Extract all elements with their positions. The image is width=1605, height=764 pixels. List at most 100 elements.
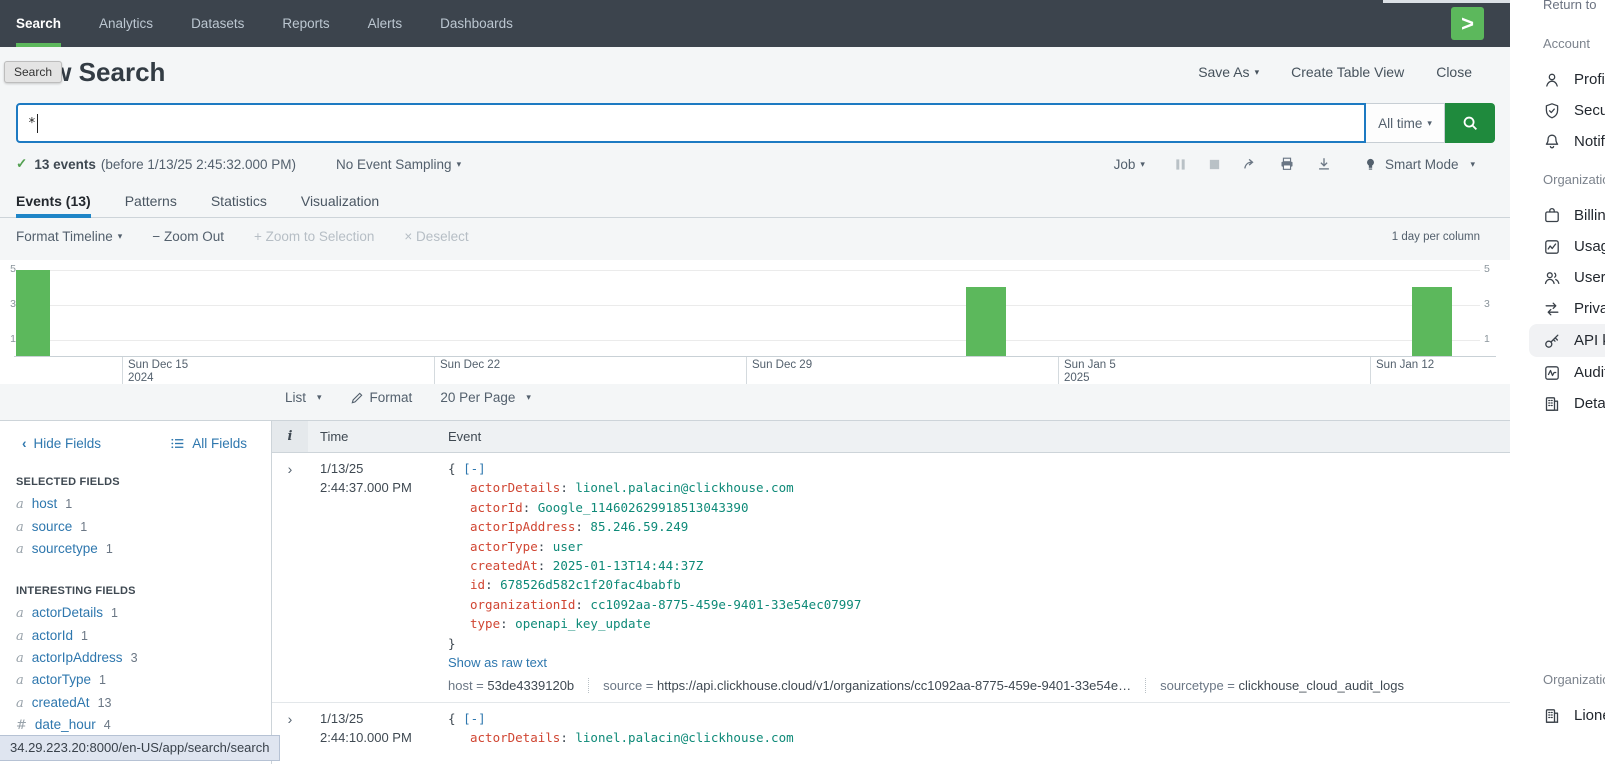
tab-visualization[interactable]: Visualization [301, 185, 379, 217]
meta-field-source[interactable]: source = https://api.clickhouse.cloud/v1… [588, 678, 1145, 693]
events-table: i Time Event 1/13/252:44:37.000 PM{ [-]a… [272, 420, 1510, 764]
meta-field-sourcetype[interactable]: sourcetype = clickhouse_cloud_audit_logs [1145, 678, 1418, 693]
nav-item-search[interactable]: Search [16, 0, 61, 47]
settings-item-usage[interactable]: Usage [1543, 231, 1605, 262]
field-type-prefix: a [16, 673, 24, 688]
field-row-actorId[interactable]: aactorId1 [0, 625, 271, 647]
field-type-prefix: a [16, 696, 24, 711]
meta-field-host[interactable]: host = 53de4339120b [448, 678, 588, 693]
deselect-control: × Deselect [404, 229, 468, 244]
y-axis-label-left: 3 [2, 298, 16, 310]
settings-item-private-endpoints[interactable]: Private endpoints [1543, 293, 1605, 324]
settings-item-api-keys[interactable]: API keys [1529, 324, 1605, 357]
settings-item-users[interactable]: Users [1543, 262, 1605, 293]
settings-item-notifications[interactable]: Notifications [1543, 126, 1605, 157]
time-range-picker[interactable]: All time [1366, 103, 1445, 143]
event-body: { [-]actorDetails: lionel.palacin@clickh… [436, 459, 1510, 693]
event-sampling-dropdown[interactable]: No Event Sampling [336, 157, 461, 172]
settings-item-details[interactable]: Details [1543, 388, 1605, 419]
timeline-bar[interactable] [966, 287, 1006, 356]
json-field-line: id: 678526d582c1f20fac4babfb [448, 575, 1510, 594]
settings-item-lionel[interactable]: Lionel [1543, 700, 1605, 731]
field-type-prefix: a [16, 629, 24, 644]
settings-item-security[interactable]: Security [1543, 95, 1605, 126]
all-fields-link[interactable]: All Fields [170, 436, 247, 451]
audit-icon [1543, 364, 1561, 382]
field-row-actorIpAddress[interactable]: aactorIpAddress3 [0, 647, 271, 669]
tab-patterns[interactable]: Patterns [125, 185, 177, 217]
event-time: 1/13/252:44:10.000 PM [308, 709, 436, 748]
search-input[interactable]: * [16, 103, 1366, 143]
create-table-view-button[interactable]: Create Table View [1291, 64, 1404, 80]
field-row-sourcetype[interactable]: asourcetype1 [0, 538, 271, 560]
usage-icon [1543, 238, 1561, 256]
field-distinct-count: 1 [65, 497, 72, 511]
search-query-text: * [28, 116, 36, 131]
nav-item-analytics[interactable]: Analytics [99, 0, 153, 47]
settings-item-billing[interactable]: Billing [1543, 200, 1605, 231]
field-row-date_hour[interactable]: #date_hour4 [0, 714, 271, 736]
field-row-createdAt[interactable]: acreatedAt13 [0, 692, 271, 714]
search-button[interactable] [1445, 103, 1495, 143]
tab-events-13-[interactable]: Events (13) [16, 185, 91, 217]
field-distinct-count: 1 [111, 606, 118, 620]
json-collapse-toggle[interactable]: [-] [463, 461, 486, 476]
nav-item-datasets[interactable]: Datasets [191, 0, 244, 47]
pause-icon[interactable] [1174, 158, 1187, 171]
settings-item-label: API keys [1574, 332, 1605, 349]
search-mode-dropdown[interactable]: Smart Mode [1363, 157, 1475, 172]
zoom-out-control[interactable]: − Zoom Out [152, 229, 224, 244]
field-row-actorDetails[interactable]: aactorDetails1 [0, 602, 271, 624]
settings-item-profile[interactable]: Profile [1543, 64, 1605, 95]
nav-item-label: Reports [282, 16, 329, 31]
shield-check-icon [1543, 102, 1561, 120]
format-timeline-control[interactable]: Format Timeline [16, 229, 122, 244]
settings-item-label: Billing [1574, 207, 1605, 224]
share-icon[interactable] [1242, 156, 1258, 172]
json-colon: : [538, 539, 553, 554]
timeline-bar[interactable] [16, 270, 50, 357]
close-button[interactable]: Close [1436, 64, 1472, 80]
field-row-source[interactable]: asource1 [0, 515, 271, 537]
hide-fields-link[interactable]: Hide Fields [22, 436, 101, 451]
print-icon[interactable] [1279, 156, 1295, 172]
field-row-host[interactable]: ahost1 [0, 493, 271, 515]
nav-item-reports[interactable]: Reports [282, 0, 329, 47]
stop-icon[interactable] [1208, 158, 1221, 171]
interesting-fields-header: INTERESTING FIELDS [16, 585, 271, 597]
json-colon: : [575, 597, 590, 612]
field-name: actorDetails [32, 605, 103, 620]
json-key: organizationId [470, 597, 575, 612]
text-cursor [37, 114, 39, 133]
field-row-actorType[interactable]: aactorType1 [0, 669, 271, 691]
fields-sidebar-header: Hide Fields All Fields [0, 421, 271, 451]
json-value: user [553, 539, 583, 554]
nav-item-dashboards[interactable]: Dashboards [440, 0, 513, 47]
json-key: id [470, 577, 485, 592]
settings-item-audit[interactable]: Audit [1543, 357, 1605, 388]
json-key: actorType [470, 539, 538, 554]
event-clock: 2:44:10.000 PM [320, 728, 436, 747]
tab-statistics[interactable]: Statistics [211, 185, 267, 217]
return-link[interactable]: Return to [1543, 0, 1596, 12]
export-download-icon[interactable] [1316, 156, 1332, 172]
job-dropdown[interactable]: Job [1114, 157, 1145, 172]
splunk-logo[interactable]: > [1451, 7, 1484, 40]
nav-item-alerts[interactable]: Alerts [368, 0, 403, 47]
json-colon: : [538, 558, 553, 573]
result-detail: (before 1/13/25 2:45:32.000 PM) [101, 157, 296, 172]
per-page-dropdown[interactable]: 20 Per Page [440, 390, 531, 405]
timeline-bar[interactable] [1412, 287, 1452, 356]
list-view-dropdown[interactable]: List [285, 390, 322, 405]
screen: Search Analytics Datasets Reports Alerts Dash… [0, 0, 1605, 764]
save-as-button[interactable]: Save As [1198, 64, 1259, 80]
show-raw-text-link[interactable]: Show as raw text [448, 653, 547, 674]
json-collapse-toggle[interactable]: [-] [463, 711, 486, 726]
x-axis-tick-label: Sun Dec 152024 [128, 359, 188, 385]
format-button[interactable]: Format [350, 390, 413, 405]
chart-gridline [22, 305, 1480, 306]
expand-chevron-icon[interactable] [272, 459, 308, 693]
top-nav: Search Analytics Datasets Reports Alerts Dash… [0, 0, 1510, 47]
header-actions: Save As Create Table View Close [1198, 64, 1472, 80]
search-bar: * All time [16, 103, 1495, 143]
